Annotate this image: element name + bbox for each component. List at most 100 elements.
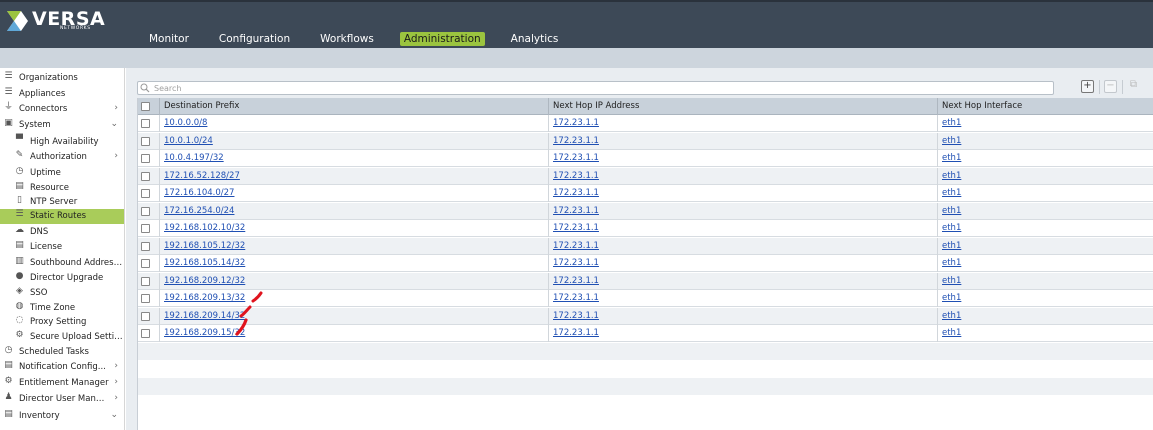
chevron-right-icon[interactable]: › — [114, 151, 118, 161]
table-row[interactable]: 192.168.209.13/32 172.23.1.1 eth1 — [138, 290, 1153, 307]
next-hop-interface-link[interactable]: eth1 — [942, 171, 961, 181]
table-row[interactable]: 192.168.209.14/32 172.23.1.1 eth1 — [138, 307, 1153, 325]
destination-prefix-link[interactable]: 192.168.105.14/32 — [164, 258, 245, 268]
next-hop-interface-link[interactable]: eth1 — [942, 206, 961, 216]
table-row[interactable]: 10.0.4.197/32 172.23.1.1 eth1 — [138, 150, 1153, 167]
next-hop-ip-link[interactable]: 172.23.1.1 — [553, 276, 599, 286]
sidebar-item-resource[interactable]: ▤ Resource — [0, 181, 124, 196]
table-row[interactable]: 172.16.52.128/27 172.23.1.1 eth1 — [138, 167, 1153, 185]
next-hop-ip-link[interactable]: 172.23.1.1 — [553, 171, 599, 181]
next-hop-ip-link[interactable]: 172.23.1.1 — [553, 136, 599, 146]
destination-prefix-link[interactable]: 172.16.254.0/24 — [164, 206, 234, 216]
destination-prefix-link[interactable]: 192.168.209.15/32 — [164, 328, 245, 338]
table-row[interactable]: 10.0.1.0/24 172.23.1.1 eth1 — [138, 132, 1153, 150]
sidebar-item-system[interactable]: ▣ System ⌄ — [0, 118, 124, 133]
sidebar-item-static-routes[interactable]: ☰ Static Routes — [0, 209, 124, 224]
sidebar-item-time-zone[interactable]: ◍ Time Zone — [0, 301, 124, 316]
next-hop-interface-link[interactable]: eth1 — [942, 311, 961, 321]
nav-tab-monitor[interactable]: Monitor — [145, 32, 193, 46]
column-header-destination-prefix[interactable]: Destination Prefix — [160, 98, 549, 115]
row-checkbox[interactable] — [141, 189, 150, 198]
destination-prefix-link[interactable]: 192.168.102.10/32 — [164, 223, 245, 233]
sidebar-item-southbound-address[interactable]: ▥ Southbound Address... — [0, 256, 124, 271]
next-hop-interface-link[interactable]: eth1 — [942, 223, 961, 233]
table-row[interactable]: 192.168.209.12/32 172.23.1.1 eth1 — [138, 272, 1153, 290]
chevron-down-icon[interactable]: ⌄ — [110, 119, 118, 129]
next-hop-ip-link[interactable]: 172.23.1.1 — [553, 293, 599, 303]
row-checkbox[interactable] — [141, 259, 150, 268]
table-row[interactable]: 192.168.105.14/32 172.23.1.1 eth1 — [138, 255, 1153, 272]
next-hop-ip-link[interactable]: 172.23.1.1 — [553, 241, 599, 251]
destination-prefix-link[interactable]: 10.0.0.0/8 — [164, 118, 207, 128]
column-header-next-hop-interface[interactable]: Next Hop Interface — [938, 98, 1153, 115]
next-hop-ip-link[interactable]: 172.23.1.1 — [553, 188, 599, 198]
row-checkbox[interactable] — [141, 224, 150, 233]
sidebar-item-notification-config[interactable]: ▤ Notification Config... › — [0, 360, 124, 375]
nav-tab-administration[interactable]: Administration — [399, 32, 485, 46]
remove-button[interactable]: − — [1104, 80, 1117, 93]
next-hop-ip-link[interactable]: 172.23.1.1 — [553, 311, 599, 321]
row-checkbox[interactable] — [141, 136, 150, 146]
next-hop-interface-link[interactable]: eth1 — [942, 241, 961, 251]
sidebar-item-director-user-mana[interactable]: ♟ Director User Mana... › — [0, 392, 124, 407]
row-checkbox[interactable] — [141, 311, 150, 321]
table-row[interactable]: 172.16.104.0/27 172.23.1.1 eth1 — [138, 185, 1153, 202]
row-checkbox[interactable] — [141, 329, 150, 338]
next-hop-ip-link[interactable]: 172.23.1.1 — [553, 328, 599, 338]
nav-tab-workflows[interactable]: Workflows — [316, 32, 378, 46]
sidebar-item-high-availability[interactable]: ▀ High Availability — [0, 135, 124, 150]
nav-tab-configuration[interactable]: Configuration — [215, 32, 294, 46]
table-row[interactable]: 192.168.102.10/32 172.23.1.1 eth1 — [138, 220, 1153, 237]
add-button[interactable]: + — [1081, 80, 1094, 93]
next-hop-interface-link[interactable]: eth1 — [942, 328, 961, 338]
chevron-right-icon[interactable]: › — [114, 377, 118, 387]
destination-prefix-link[interactable]: 172.16.104.0/27 — [164, 188, 234, 198]
row-checkbox[interactable] — [141, 276, 150, 286]
destination-prefix-link[interactable]: 192.168.105.12/32 — [164, 241, 245, 251]
destination-prefix-link[interactable]: 192.168.209.14/32 — [164, 311, 245, 321]
search-box[interactable] — [137, 81, 1054, 95]
sidebar-item-proxy-setting[interactable]: ◌ Proxy Setting — [0, 315, 124, 330]
row-checkbox[interactable] — [141, 119, 150, 128]
next-hop-ip-link[interactable]: 172.23.1.1 — [553, 118, 599, 128]
next-hop-ip-link[interactable]: 172.23.1.1 — [553, 258, 599, 268]
row-checkbox[interactable] — [141, 154, 150, 163]
next-hop-ip-link[interactable]: 172.23.1.1 — [553, 206, 599, 216]
table-row[interactable]: 172.16.254.0/24 172.23.1.1 eth1 — [138, 202, 1153, 220]
sidebar-item-scheduled-tasks[interactable]: ◷ Scheduled Tasks — [0, 345, 124, 360]
row-checkbox[interactable] — [141, 241, 150, 251]
clone-button[interactable]: ⧉ — [1127, 80, 1140, 93]
select-all-checkbox[interactable] — [141, 102, 150, 111]
table-row[interactable]: 192.168.105.12/32 172.23.1.1 eth1 — [138, 237, 1153, 255]
row-checkbox[interactable] — [141, 171, 150, 181]
sidebar-item-organizations[interactable]: ☰ Organizations — [0, 71, 124, 86]
destination-prefix-link[interactable]: 10.0.1.0/24 — [164, 136, 213, 146]
chevron-right-icon[interactable]: › — [114, 103, 118, 113]
sidebar-item-license[interactable]: ▤ License — [0, 240, 124, 255]
destination-prefix-link[interactable]: 172.16.52.128/27 — [164, 171, 240, 181]
nav-tab-analytics[interactable]: Analytics — [507, 32, 563, 46]
next-hop-interface-link[interactable]: eth1 — [942, 136, 961, 146]
sidebar-item-dns[interactable]: ☁ DNS — [0, 225, 124, 240]
row-checkbox[interactable] — [141, 294, 150, 303]
sidebar-item-appliances[interactable]: ☰ Appliances — [0, 87, 124, 102]
next-hop-interface-link[interactable]: eth1 — [942, 293, 961, 303]
destination-prefix-link[interactable]: 10.0.4.197/32 — [164, 153, 224, 163]
next-hop-ip-link[interactable]: 172.23.1.1 — [553, 223, 599, 233]
chevron-right-icon[interactable]: › — [114, 361, 118, 371]
next-hop-interface-link[interactable]: eth1 — [942, 153, 961, 163]
sidebar-item-connectors[interactable]: ⏚ Connectors › — [0, 102, 124, 117]
sidebar-item-secure-upload-setting[interactable]: ⚙ Secure Upload Setting — [0, 330, 124, 345]
column-header-next-hop-ip[interactable]: Next Hop IP Address — [549, 98, 938, 115]
next-hop-interface-link[interactable]: eth1 — [942, 276, 961, 286]
next-hop-interface-link[interactable]: eth1 — [942, 258, 961, 268]
sidebar-item-authorization[interactable]: ✎ Authorization › — [0, 150, 124, 165]
destination-prefix-link[interactable]: 192.168.209.12/32 — [164, 276, 245, 286]
sidebar-item-inventory[interactable]: ▤ Inventory ⌄ — [0, 409, 124, 424]
next-hop-ip-link[interactable]: 172.23.1.1 — [553, 153, 599, 163]
chevron-right-icon[interactable]: › — [114, 393, 118, 403]
row-checkbox[interactable] — [141, 206, 150, 216]
sidebar-item-entitlement-manager[interactable]: ⚙ Entitlement Manager › — [0, 376, 124, 391]
table-row[interactable]: 10.0.0.0/8 172.23.1.1 eth1 — [138, 115, 1153, 132]
search-input[interactable] — [154, 82, 1044, 94]
